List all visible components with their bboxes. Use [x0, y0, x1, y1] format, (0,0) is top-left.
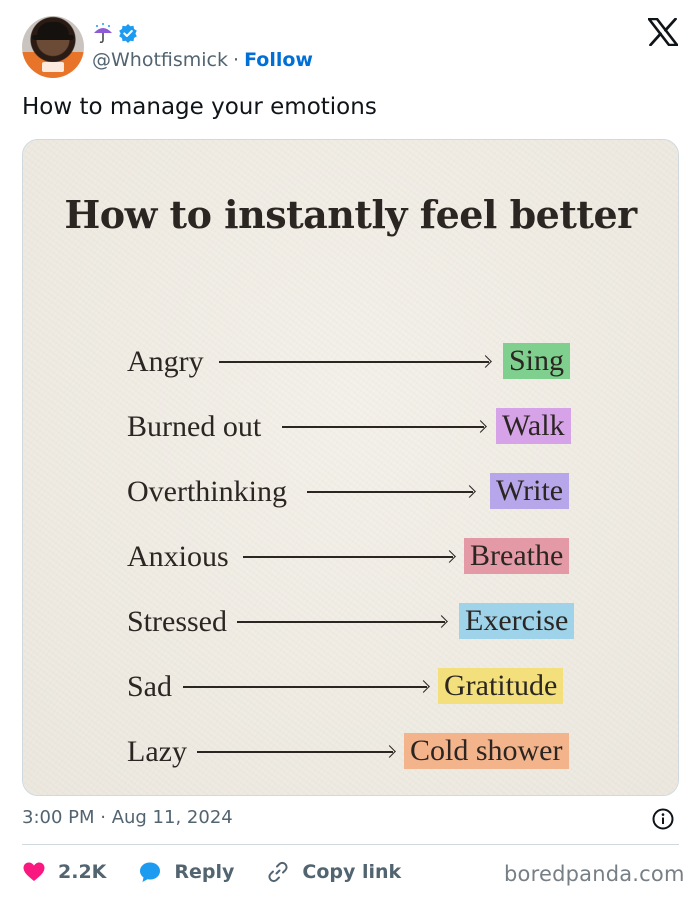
- reply-button[interactable]: Reply: [138, 860, 234, 884]
- emotion-label: Stressed: [127, 605, 227, 638]
- emotion-row-sad: Sad Gratitude: [23, 668, 678, 708]
- copy-link-button[interactable]: Copy link: [266, 860, 401, 884]
- emotion-row-overthinking: Overthinking Write: [23, 473, 678, 513]
- handle-line: @Whotfismick · Follow: [92, 49, 313, 71]
- arrow-icon: [197, 751, 393, 753]
- emotion-row-anxious: Anxious Breathe: [23, 538, 678, 578]
- x-logo-icon[interactable]: [648, 18, 678, 46]
- emotion-row-angry: Angry Sing: [23, 343, 678, 383]
- arrow-icon: [183, 686, 427, 688]
- emotion-label: Anxious: [127, 540, 229, 573]
- reply-label: Reply: [174, 861, 235, 883]
- separator-dot: ·: [233, 49, 240, 71]
- verified-badge-icon: [119, 24, 137, 43]
- follow-button[interactable]: Follow: [244, 49, 313, 71]
- tweet-timestamp[interactable]: 3:00 PM · Aug 11, 2024: [22, 807, 233, 828]
- emotion-row-stressed: Stressed Exercise: [23, 603, 678, 643]
- copy-link-label: Copy link: [302, 861, 402, 883]
- emotion-row-lazy: Lazy Cold shower: [23, 733, 678, 773]
- action-bar: 2.2K Reply Copy link: [22, 858, 433, 886]
- speech-bubble-icon: [140, 862, 161, 882]
- emotion-row-burned-out: Burned out Walk: [23, 408, 678, 448]
- action-label: Exercise: [459, 603, 575, 639]
- boredpanda-watermark: boredpanda.com: [504, 862, 685, 886]
- emotion-label: Lazy: [127, 735, 187, 768]
- author-handle[interactable]: @Whotfismick: [92, 49, 228, 71]
- action-label: Write: [490, 473, 570, 509]
- image-title: How to instantly feel better: [64, 192, 637, 237]
- like-button[interactable]: 2.2K: [22, 860, 106, 884]
- display-name[interactable]: [92, 22, 313, 44]
- umbrella-rain-icon: [94, 23, 112, 44]
- link-icon: [268, 861, 288, 883]
- avatar-shirt-logo: [42, 62, 64, 72]
- avatar[interactable]: [22, 16, 84, 78]
- tweet-image[interactable]: How to instantly feel better Angry Sing …: [22, 139, 679, 796]
- arrow-icon: [282, 426, 484, 428]
- action-label: Breathe: [464, 538, 570, 574]
- info-icon[interactable]: [652, 808, 674, 830]
- divider: [22, 844, 679, 845]
- arrow-icon: [219, 361, 489, 363]
- emotion-label: Burned out: [127, 410, 262, 443]
- emotion-label: Overthinking: [127, 475, 287, 508]
- heart-icon: [23, 862, 45, 881]
- emotion-label: Sad: [127, 670, 172, 703]
- tweet-text: How to manage your emotions: [22, 94, 377, 120]
- like-count: 2.2K: [58, 861, 107, 883]
- author-block: @Whotfismick · Follow: [92, 22, 313, 71]
- arrow-icon: [243, 556, 453, 558]
- action-label: Gratitude: [438, 668, 564, 704]
- emotion-label: Angry: [127, 345, 204, 378]
- action-label: Walk: [496, 408, 571, 444]
- avatar-hat-brim: [32, 35, 74, 40]
- action-label: Sing: [503, 343, 571, 379]
- arrow-icon: [307, 491, 473, 493]
- arrow-icon: [237, 621, 445, 623]
- action-label: Cold shower: [404, 733, 569, 769]
